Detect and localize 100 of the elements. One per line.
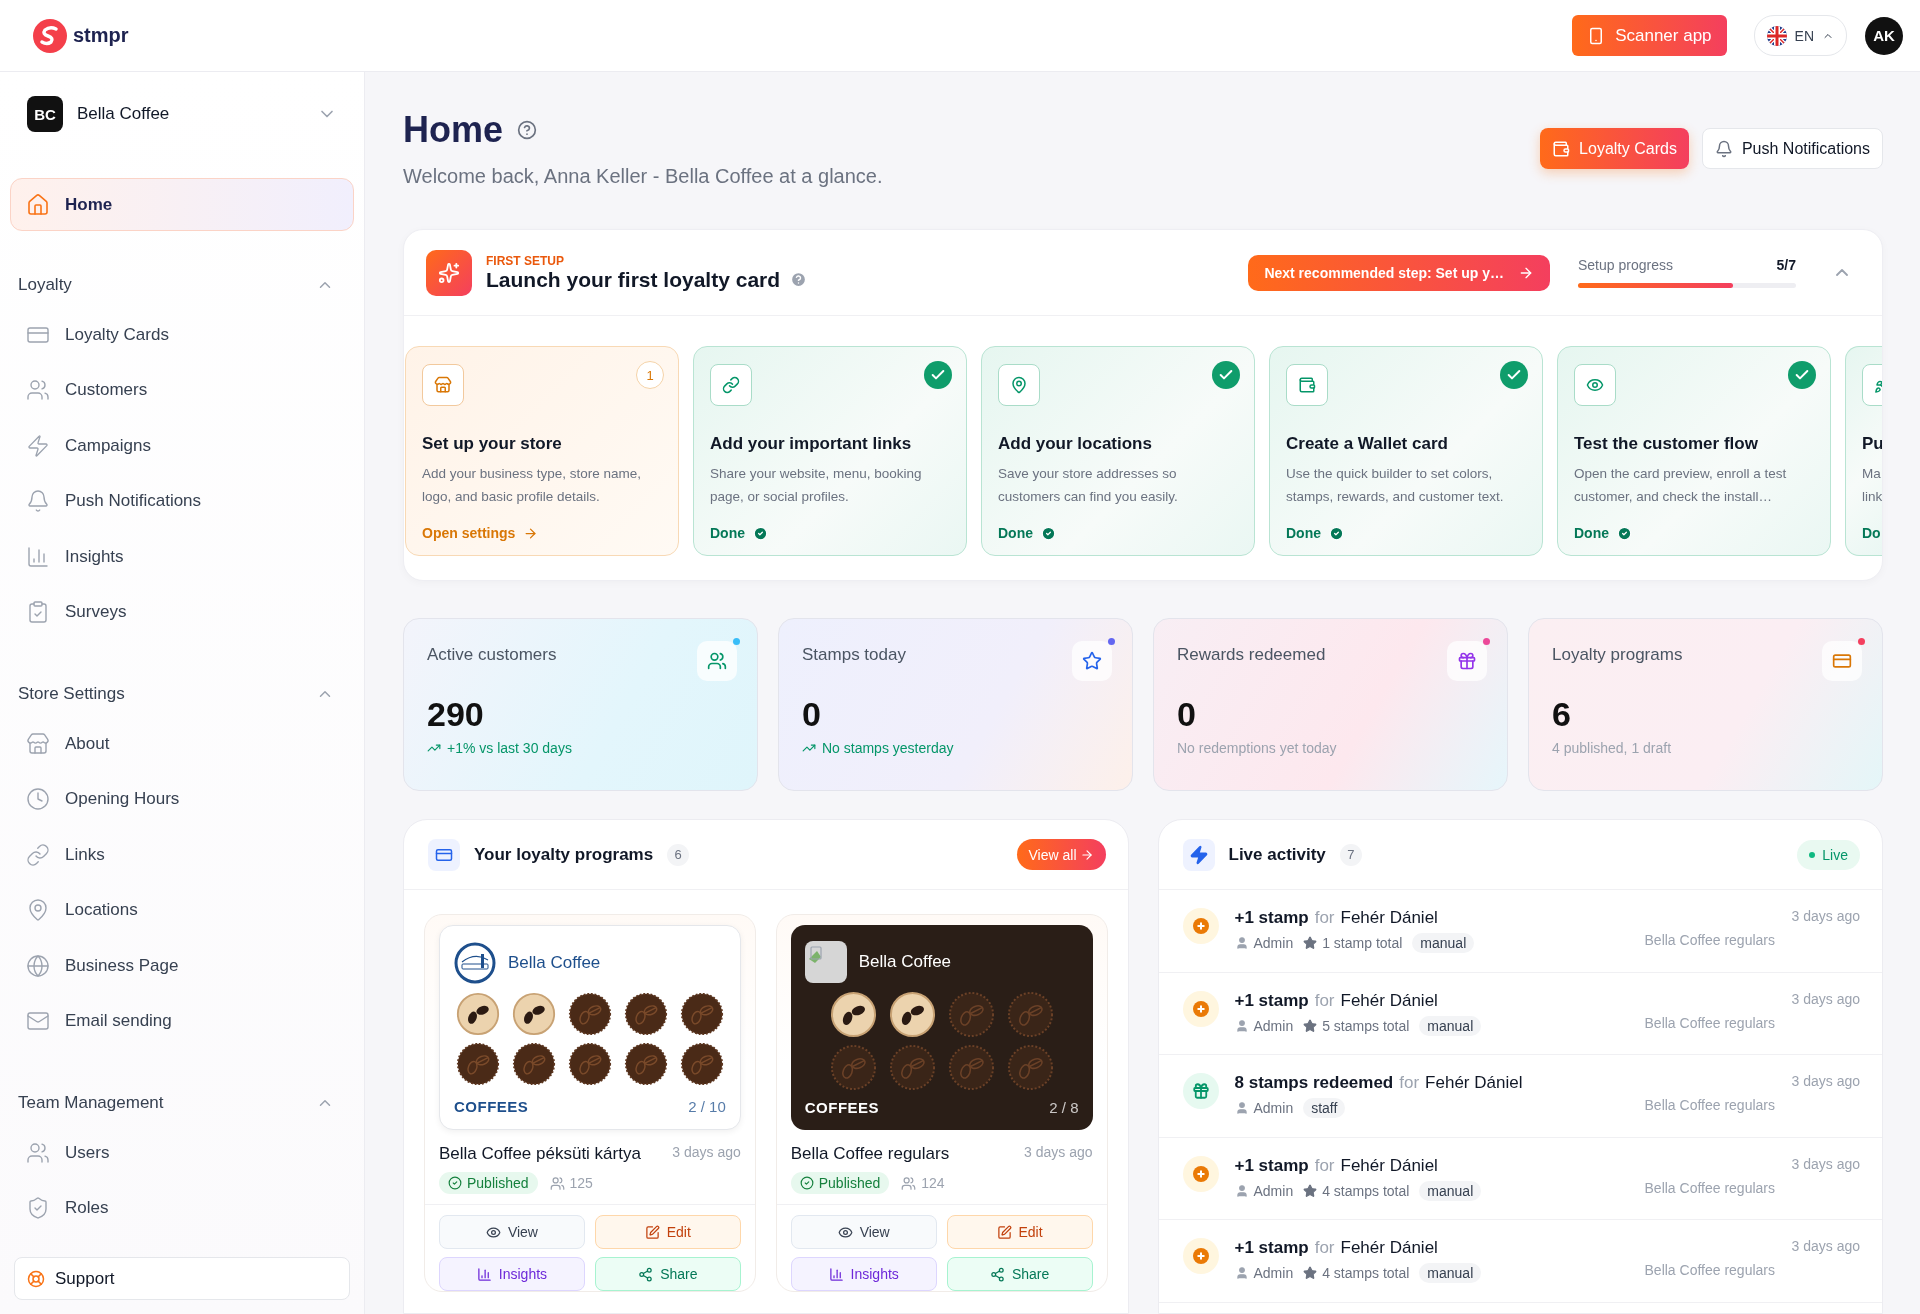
eye-icon [485, 1224, 501, 1240]
progress-label: Setup progress [1578, 257, 1673, 273]
activity-action: +1 stamp [1234, 1238, 1309, 1258]
live-badge: Live [1797, 839, 1860, 870]
activity-action: +1 stamp [1234, 908, 1309, 928]
activity-connector: for [1314, 1155, 1335, 1176]
program-time: 3 days ago [1024, 1144, 1093, 1160]
done-status: Do [1862, 525, 1881, 541]
activity-action: +1 stamp [1234, 990, 1309, 1011]
card-icon [1832, 651, 1852, 671]
clipboard-icon [26, 600, 50, 625]
store-initials: BC [27, 96, 63, 132]
scanner-app-button[interactable]: Scanner app [1572, 15, 1727, 56]
setup-step-card[interactable]: Add your important links Share your website, menu, booking page, or social profiles. Done [693, 346, 967, 556]
setup-step-card[interactable]: Create a Wallet card Use the quick builder to set colors, stamps, rewards, and customer text. Done [1269, 346, 1543, 556]
globe-icon [26, 953, 50, 978]
check-badge-icon [1212, 361, 1240, 389]
nav-item[interactable]: Customers [10, 362, 354, 418]
insights-button[interactable]: Insights [439, 1257, 585, 1291]
check-badge-icon [1500, 361, 1528, 389]
step-description: Open the card preview, enroll a test customer, and check the install… [1574, 465, 1788, 506]
flag-icon [1766, 25, 1787, 46]
setup-step-card[interactable]: Test the customer flow Open the card preview, enroll a test customer, and check the install… Done [1557, 346, 1831, 556]
nav-item[interactable]: Email sending [10, 993, 354, 1049]
done-status: Done [710, 525, 768, 541]
activity-action: +1 stamp [1234, 1155, 1309, 1176]
step-title: Test the customer flow [1574, 434, 1759, 454]
edit-icon [644, 1224, 660, 1240]
activity-time: 3 days ago [1791, 1238, 1860, 1254]
nav-item[interactable]: Surveys [10, 584, 354, 640]
customer-name: Fehér Dániel [1340, 1155, 1438, 1176]
nav-item[interactable]: Roles [10, 1180, 354, 1236]
edit-button[interactable]: Edit [946, 1215, 1093, 1249]
help-icon[interactable] [517, 120, 538, 140]
users-icon [26, 1140, 50, 1165]
done-status: Done [998, 525, 1056, 541]
user-icon [1234, 1101, 1249, 1115]
nav-item[interactable]: Campaigns [10, 418, 354, 474]
section-header[interactable]: Team Management [10, 1081, 354, 1125]
actor-name: Admin [1234, 1182, 1294, 1199]
edit-icon [996, 1224, 1012, 1240]
nav-item[interactable]: Home [10, 178, 354, 231]
program-name: Bella Coffee regulars [1644, 1262, 1775, 1278]
section-header[interactable]: Loyalty [10, 263, 354, 307]
star-icon [1303, 936, 1318, 950]
setup-step-card[interactable]: Pu Ma link Do [1845, 346, 1882, 556]
loyalty-cards-button[interactable]: Loyalty Cards [1540, 128, 1689, 169]
source-tag: manual [1419, 1180, 1482, 1201]
plus-icon [1192, 1165, 1209, 1182]
stat-label: Rewards redeemed [1177, 645, 1327, 665]
section-header[interactable]: Store Settings [10, 672, 354, 716]
share-button[interactable]: Share [946, 1257, 1093, 1291]
nav-item[interactable]: Locations [10, 882, 354, 938]
count-badge: 6 [667, 843, 690, 866]
bar-chart-icon [26, 544, 50, 569]
step-title: Pu [1862, 434, 1882, 454]
support-button[interactable]: Support [14, 1257, 350, 1300]
store-selector[interactable]: BC Bella Coffee [10, 93, 354, 135]
stamp-count: 2 / 10 [688, 1098, 726, 1115]
activity-connector: for [1314, 908, 1335, 928]
nav-item[interactable]: Business Page [10, 938, 354, 994]
nav-item[interactable]: Push Notifications [10, 473, 354, 529]
customer-name: Fehér Dániel [1340, 990, 1438, 1011]
check-badge-icon [1788, 361, 1816, 389]
view-button[interactable]: View [439, 1215, 585, 1249]
nav-item[interactable]: Loyalty Cards [10, 307, 354, 363]
member-count: 125 [549, 1175, 593, 1191]
page-title: Home [403, 108, 504, 152]
nav-item[interactable]: Users [10, 1125, 354, 1181]
language-selector[interactable]: EN [1753, 15, 1847, 56]
nav-item[interactable]: About [10, 716, 354, 772]
share-button[interactable]: Share [594, 1257, 741, 1291]
source-tag: manual [1419, 1263, 1482, 1283]
panel-title: Live activity [1228, 844, 1326, 865]
stat-label: Active customers [427, 645, 558, 665]
setup-step-card[interactable]: 1 Set up your store Add your business type, store name, logo, and basic profile details. Open settings [405, 346, 679, 556]
step-title: Add your important links [710, 434, 913, 454]
nav-item[interactable]: Links [10, 827, 354, 883]
map-pin-icon [26, 898, 50, 923]
view-button[interactable]: View [790, 1215, 937, 1249]
lifebuoy-icon [27, 1269, 45, 1288]
page-subtitle: Welcome back, Anna Keller - Bella Coffee at a glance. [403, 164, 883, 188]
nav-item[interactable]: Opening Hours [10, 771, 354, 827]
nav-item[interactable]: Insights [10, 529, 354, 585]
check-circle-icon [448, 1176, 462, 1190]
section-title: Loyalty [18, 275, 72, 295]
edit-button[interactable]: Edit [594, 1215, 741, 1249]
setup-step-card[interactable]: Add your locations Save your store addresses so customers can find you easily. Done [981, 346, 1255, 556]
actor-name: Admin [1234, 1100, 1294, 1116]
stamp-total: 4 stamps total [1303, 1265, 1410, 1281]
insights-button[interactable]: Insights [790, 1257, 937, 1291]
eye-icon [837, 1224, 853, 1240]
activity-connector: for [1399, 1073, 1420, 1093]
stamp-label: COFFEES [454, 1098, 529, 1115]
brand-name: Bella Coffee [858, 952, 952, 972]
user-avatar[interactable]: AK [1865, 16, 1903, 55]
plus-icon [1192, 1248, 1209, 1264]
push-notifications-button[interactable]: Push Notifications [1701, 128, 1883, 169]
panel-title: Your loyalty programs [474, 844, 654, 865]
step-description: Save your store addresses so customers can find you easily. [998, 465, 1179, 506]
